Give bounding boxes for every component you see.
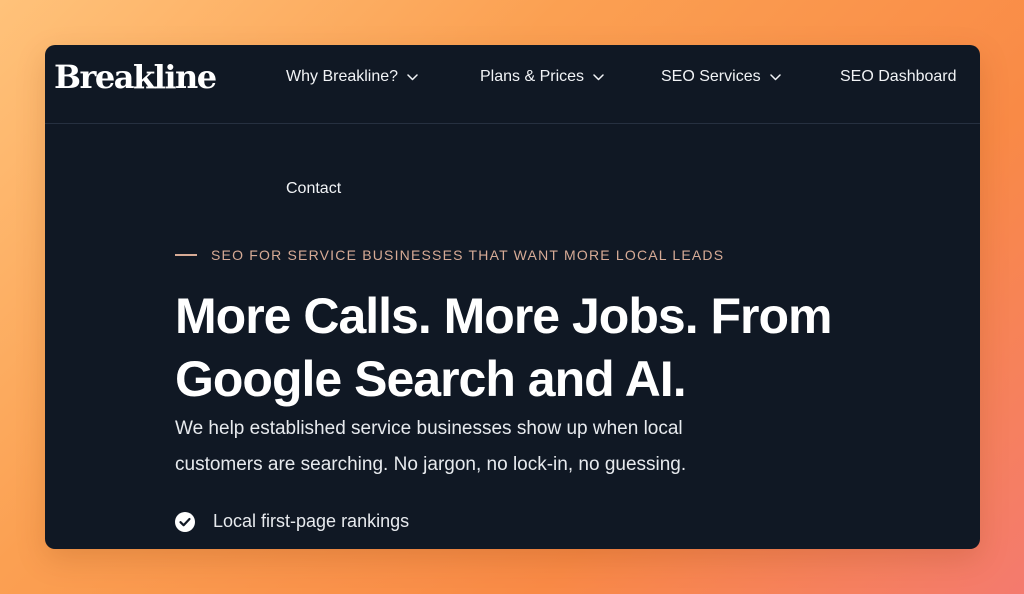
nav-item-seo-dashboard[interactable]: SEO Dashboard: [840, 65, 957, 89]
nav-item-label: SEO Dashboard: [840, 68, 957, 85]
hero-eyebrow: SEO FOR SERVICE BUSINESSES THAT WANT MOR…: [175, 247, 724, 263]
feature-item: Local first-page rankings: [175, 511, 409, 532]
chevron-down-icon: [769, 72, 781, 83]
nav-item-label: SEO Services: [661, 68, 761, 85]
headline-line-1: More Calls. More Jobs. From: [175, 288, 832, 344]
hero-subtitle: We help established service businesses s…: [175, 411, 735, 483]
subtitle-line-1: We help established service businesses s…: [175, 418, 683, 439]
browser-window: Breakline Why Breakline? Plans & Prices …: [45, 45, 980, 549]
nav-item-seo-services[interactable]: SEO Services: [661, 65, 781, 89]
eyebrow-text: SEO FOR SERVICE BUSINESSES THAT WANT MOR…: [211, 247, 725, 263]
chevron-down-icon: [407, 72, 418, 83]
subtitle-line-2: customers are searching. No jargon, no l…: [175, 454, 687, 475]
headline-line-2: Google Search and AI.: [175, 351, 687, 407]
chevron-down-icon: [593, 72, 604, 83]
nav-item-label: Contact: [286, 180, 342, 197]
nav-item-why-breakline[interactable]: Why Breakline?: [286, 65, 418, 89]
nav-item-contact[interactable]: Contact: [286, 177, 341, 201]
nav-item-label: Why Breakline?: [286, 68, 399, 85]
hero-headline: More Calls. More Jobs. From Google Searc…: [175, 285, 875, 411]
top-navbar: Breakline Why Breakline? Plans & Prices …: [45, 45, 980, 124]
nav-item-label: Plans & Prices: [480, 68, 585, 85]
feature-label: Local first-page rankings: [213, 511, 410, 531]
nav-item-plans-prices[interactable]: Plans & Prices: [480, 65, 604, 89]
check-circle-icon: [175, 511, 195, 532]
brand-logo[interactable]: Breakline: [54, 57, 217, 97]
eyebrow-dash: [175, 254, 197, 256]
